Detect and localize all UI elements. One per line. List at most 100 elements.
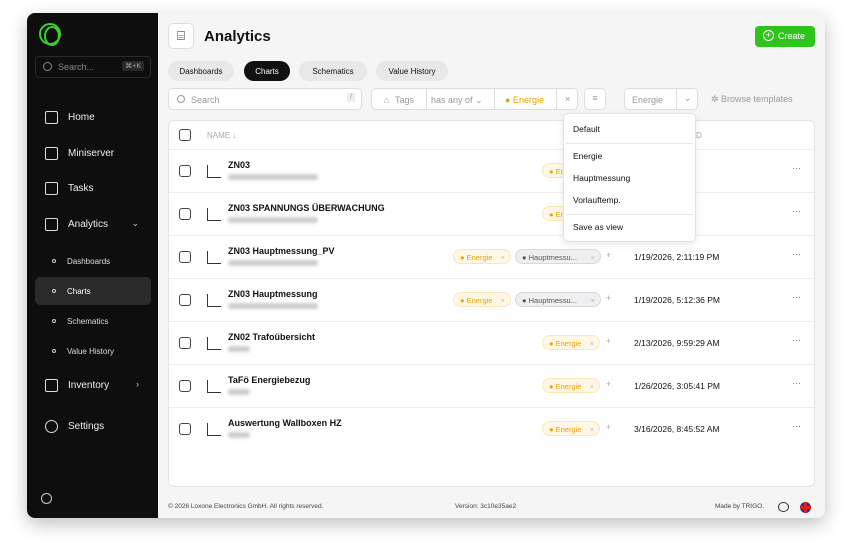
sidebar-item-tasks[interactable]: Tasks xyxy=(35,174,151,204)
chart-name[interactable]: ZN03 Hauptmessung xyxy=(228,289,318,299)
search-icon xyxy=(43,62,52,71)
tab-value-history[interactable]: Value History xyxy=(376,61,448,81)
inventory-icon xyxy=(45,379,58,392)
filter-icon[interactable]: ≡ xyxy=(584,88,606,110)
tasks-icon xyxy=(45,182,58,195)
table-row[interactable]: Auswertung Wallboxen HZ ● Energie × + 3/16… xyxy=(169,407,814,450)
tag-energie[interactable]: ● Energie× xyxy=(542,378,600,393)
tab-charts[interactable]: Charts xyxy=(244,61,290,81)
label: Inventory xyxy=(68,380,110,391)
column-header-updated[interactable]: D xyxy=(696,131,702,140)
sidebar-sub-value-history[interactable]: Value History xyxy=(35,337,151,365)
tag-energie[interactable]: ● Energie× xyxy=(542,421,600,436)
more-actions-icon[interactable]: ··· xyxy=(792,163,801,173)
tab-dashboards[interactable]: Dashboards xyxy=(168,61,234,81)
search-input[interactable]: Search / xyxy=(168,88,362,110)
chevron-down-icon[interactable]: ⌄ xyxy=(676,89,698,109)
menu-item-default[interactable]: Default xyxy=(573,124,600,134)
search-placeholder: Search... xyxy=(58,62,95,72)
chart-name[interactable]: ZN02 Trafoübersicht xyxy=(228,332,315,342)
more-actions-icon[interactable]: ··· xyxy=(792,421,801,431)
menu-item-hauptmessung[interactable]: Hauptmessung xyxy=(573,173,630,183)
filter-operator[interactable]: has any of ⌄ xyxy=(426,89,494,109)
logo-icon[interactable] xyxy=(39,23,61,46)
user-avatar-icon[interactable] xyxy=(41,493,52,504)
sidebar-item-settings[interactable]: Settings xyxy=(35,412,151,442)
filter-field[interactable]: Tags xyxy=(395,95,414,105)
label: Value History xyxy=(67,347,114,356)
add-tag-icon[interactable]: + xyxy=(606,250,611,260)
add-tag-icon[interactable]: + xyxy=(606,336,611,346)
chart-name[interactable]: ZN03 xyxy=(228,160,250,170)
chat-icon[interactable] xyxy=(778,502,789,512)
view-select[interactable]: Energie ⌄ xyxy=(624,88,698,110)
table-row[interactable]: ZN03 Hauptmessung ● Energie × ● Hauptmess… xyxy=(169,278,814,321)
updated-date: 3/16/2026, 8:45:52 AM xyxy=(634,424,720,434)
remove-tag-icon[interactable]: × xyxy=(501,253,505,262)
tag-hauptmessung[interactable]: ● Hauptmessu... × xyxy=(515,292,601,307)
chart-path-blurred xyxy=(228,174,318,180)
add-tag-icon[interactable]: + xyxy=(606,379,611,389)
row-checkbox[interactable] xyxy=(179,208,191,220)
tag-energie[interactable]: ● Energie× xyxy=(542,335,600,350)
create-button[interactable]: Create xyxy=(755,26,815,47)
more-actions-icon[interactable]: ··· xyxy=(792,378,801,388)
chart-path-blurred xyxy=(228,260,318,266)
menu-item-energie[interactable]: Energie xyxy=(573,151,602,161)
column-header-name[interactable]: NAME ↓ xyxy=(207,131,236,140)
row-checkbox[interactable] xyxy=(179,380,191,392)
remove-tag-icon[interactable]: × xyxy=(590,425,594,434)
sidebar-search[interactable]: Search... ⌘+K xyxy=(35,56,151,78)
filter-value[interactable]: ● Energie xyxy=(494,89,556,109)
clear-filter-icon[interactable]: × xyxy=(556,89,578,109)
row-checkbox[interactable] xyxy=(179,165,191,177)
add-tag-icon[interactable]: + xyxy=(606,293,611,303)
browse-templates-button[interactable]: ✲ Browse templates xyxy=(711,94,793,105)
updated-date: 1/26/2026, 3:05:41 PM xyxy=(634,381,721,391)
more-actions-icon[interactable]: ··· xyxy=(792,206,801,216)
remove-tag-icon[interactable]: × xyxy=(501,296,505,305)
line-chart-icon xyxy=(207,380,221,393)
remove-tag-icon[interactable]: × xyxy=(591,253,595,262)
tag-filter[interactable]: ⌂ Tags has any of ⌄ ● Energie × xyxy=(371,88,578,110)
table-row[interactable]: ZN03 ● Energie×+ 5:08 PM ··· xyxy=(169,149,814,192)
create-label: Create xyxy=(778,31,806,41)
line-chart-icon xyxy=(207,251,221,264)
sidebar-item-inventory[interactable]: Inventory › xyxy=(35,371,151,401)
row-checkbox[interactable] xyxy=(179,337,191,349)
uk-flag-icon[interactable] xyxy=(800,502,811,513)
table-row[interactable]: ZN03 SPANNUNGS ÜBERWACHUNG ● Energie×+ 3… xyxy=(169,192,814,235)
row-checkbox[interactable] xyxy=(179,251,191,263)
more-actions-icon[interactable]: ··· xyxy=(792,292,801,302)
sidebar-sub-charts[interactable]: Charts xyxy=(35,277,151,305)
table-row[interactable]: TaFö Energiebezug ● Energie × + 1/26/2026,… xyxy=(169,364,814,407)
sidebar-item-miniserver[interactable]: Miniserver xyxy=(35,139,151,169)
sidebar-sub-schematics[interactable]: Schematics xyxy=(35,307,151,335)
row-checkbox[interactable] xyxy=(179,294,191,306)
remove-tag-icon[interactable]: × xyxy=(590,339,594,348)
remove-tag-icon[interactable]: × xyxy=(590,382,594,391)
chart-name[interactable]: Auswertung Wallboxen HZ xyxy=(228,418,342,428)
sidebar-item-analytics[interactable]: Analytics ⌄ xyxy=(35,210,151,240)
chart-name[interactable]: ZN03 SPANNUNGS ÜBERWACHUNG xyxy=(228,203,385,213)
chart-path-blurred xyxy=(228,217,318,223)
menu-item-vorlauftemp[interactable]: Vorlauftemp. xyxy=(573,195,621,205)
chart-name[interactable]: TaFö Energiebezug xyxy=(228,375,310,385)
chart-path-blurred xyxy=(228,432,250,438)
table-row[interactable]: ZN03 Hauptmessung_PV ● Energie × ● Hauptm… xyxy=(169,235,814,278)
menu-item-save-as-view[interactable]: Save as view xyxy=(573,222,623,232)
tag-hauptmessung[interactable]: ● Hauptmessu... × xyxy=(515,249,601,264)
tab-schematics[interactable]: Schematics xyxy=(299,61,367,81)
sidebar-item-home[interactable]: Home xyxy=(35,103,151,133)
more-actions-icon[interactable]: ··· xyxy=(792,249,801,259)
remove-tag-icon[interactable]: × xyxy=(591,296,595,305)
select-all-checkbox[interactable] xyxy=(179,129,191,141)
tag-energie[interactable]: ● Energie× xyxy=(453,249,511,264)
tag-energie[interactable]: ● Energie× xyxy=(453,292,511,307)
sidebar-sub-dashboards[interactable]: Dashboards xyxy=(35,247,151,275)
table-row[interactable]: ZN02 Trafoübersicht ● Energie × + 2/13/202… xyxy=(169,321,814,364)
chart-name[interactable]: ZN03 Hauptmessung_PV xyxy=(228,246,335,256)
more-actions-icon[interactable]: ··· xyxy=(792,335,801,345)
row-checkbox[interactable] xyxy=(179,423,191,435)
add-tag-icon[interactable]: + xyxy=(606,422,611,432)
